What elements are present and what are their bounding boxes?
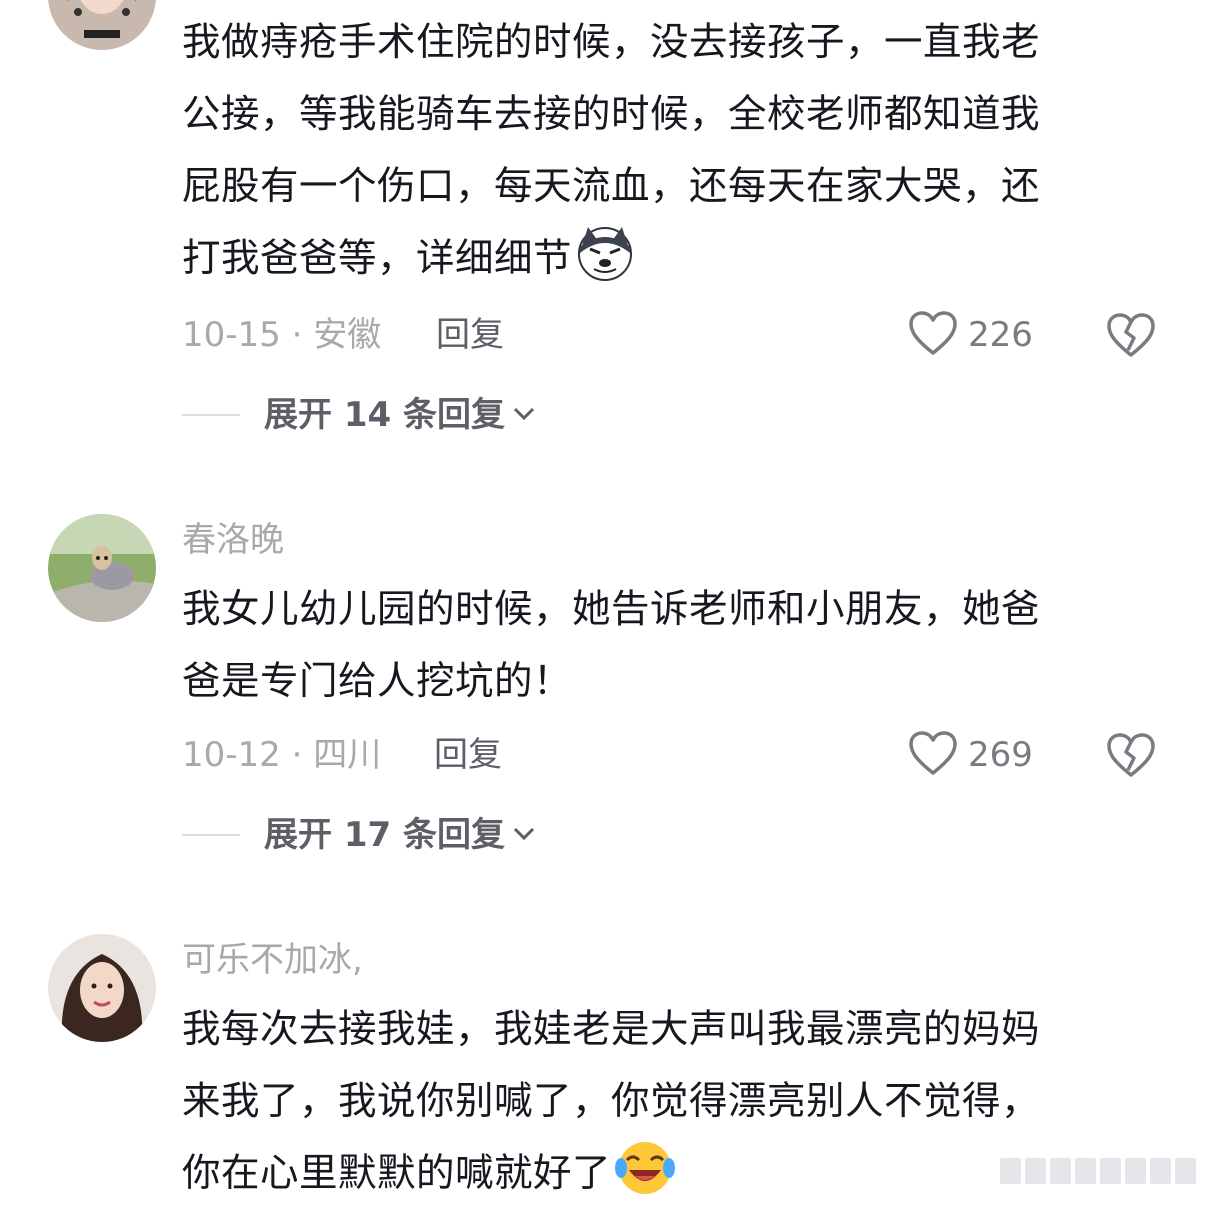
expand-replies-label: 展开 14 条回复 (264, 395, 505, 435)
comment-line: 来我了，我说你别喊了，你觉得漂亮别人不觉得， (182, 1079, 1041, 1124)
scroll-segment (1175, 1158, 1196, 1184)
laughing-crying-emoji (615, 1138, 676, 1220)
comment-meta: 10-15 · 安徽 (182, 315, 382, 355)
comment-line: 我女儿幼儿园的时候，她告诉老师和小朋友，她爸 (182, 587, 1041, 632)
scroll-segment (1150, 1158, 1171, 1184)
scroll-segment (1100, 1158, 1121, 1184)
avatar[interactable] (48, 0, 156, 50)
like-count: 226 (968, 315, 1033, 355)
avatar[interactable] (48, 514, 156, 622)
username[interactable]: 可乐不加冰, (182, 938, 363, 982)
scroll-segment (1050, 1158, 1071, 1184)
dislike-button[interactable] (1106, 310, 1156, 360)
dislike-button[interactable] (1106, 730, 1156, 780)
expand-replies-button[interactable]: 展开 14 条回复 (182, 390, 535, 440)
username[interactable]: 春洛晚 (182, 518, 284, 562)
like-count: 269 (968, 735, 1033, 775)
comment-text: 我每次去接我娃，我娃老是大声叫我最漂亮的妈妈 来我了，我说你别喊了，你觉得漂亮别… (182, 994, 1162, 1220)
reply-button[interactable]: 回复 (434, 730, 502, 780)
chevron-down-icon (513, 406, 535, 425)
divider (182, 834, 240, 836)
comment-text: 我女儿幼儿园的时候，她告诉老师和小朋友，她爸 爸是专门给人挖坑的！ (182, 574, 1162, 718)
expand-replies-label: 展开 17 条回复 (264, 815, 505, 855)
comment-line: 屁股有一个伤口，每天流血，还每天在家大哭，还 (182, 164, 1041, 209)
comment-text: 我做痔疮手术住院的时候，没去接孩子，一直我老 公接，等我能骑车去接的时候，全校老… (182, 7, 1162, 305)
like-button[interactable]: 269 (908, 730, 1033, 780)
scroll-segment (1075, 1158, 1096, 1184)
comment-meta: 10-12 · 四川 (182, 735, 382, 775)
comment-line-text: 打我爸爸等，详细细节 (182, 236, 573, 281)
avatar[interactable] (48, 934, 156, 1042)
expand-replies-button[interactable]: 展开 17 条回复 (182, 810, 535, 860)
husky-smirk-emoji (576, 223, 634, 305)
scroll-segment (1125, 1158, 1146, 1184)
broken-heart-icon (1106, 313, 1156, 364)
broken-heart-icon (1106, 733, 1156, 784)
comment-line: 我做痔疮手术住院的时候，没去接孩子，一直我老 (182, 20, 1041, 65)
comment-line: 打我爸爸等，详细细节 (182, 223, 1162, 305)
comment-line-text: 你在心里默默的喊就好了 (182, 1151, 612, 1196)
comment-line: 公接，等我能骑车去接的时候，全校老师都知道我 (182, 92, 1041, 137)
scroll-segment (1025, 1158, 1046, 1184)
horizontal-scroll-indicator[interactable] (1000, 1158, 1196, 1184)
divider (182, 414, 240, 416)
like-button[interactable]: 226 (908, 310, 1033, 360)
reply-button[interactable]: 回复 (436, 310, 504, 360)
comment-line: 我每次去接我娃，我娃老是大声叫我最漂亮的妈妈 (182, 1007, 1041, 1052)
comment-line: 爸是专门给人挖坑的！ (182, 659, 573, 704)
scroll-segment (1000, 1158, 1021, 1184)
heart-icon (908, 310, 958, 360)
chevron-down-icon (513, 826, 535, 845)
heart-icon (908, 730, 958, 780)
